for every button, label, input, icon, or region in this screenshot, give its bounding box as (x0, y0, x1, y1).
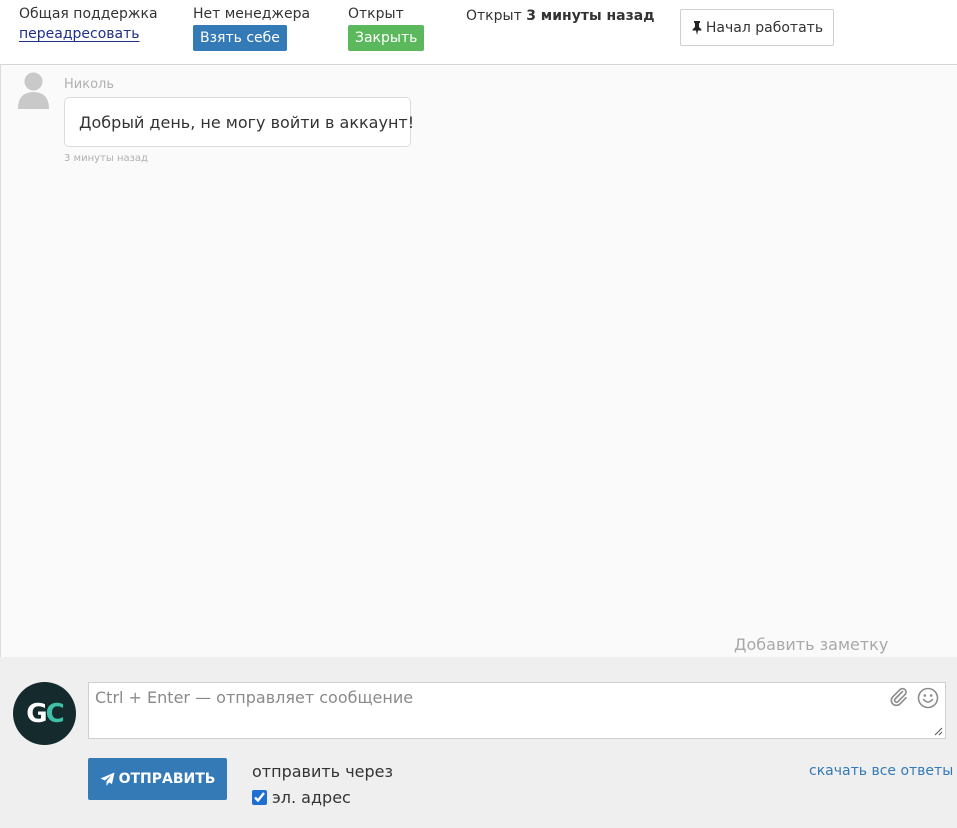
message-input[interactable] (88, 682, 946, 739)
message-time: 3 минуты назад (64, 153, 148, 164)
status-block: Открыт Закрыть (348, 6, 425, 51)
start-work-label: Начал работать (705, 19, 824, 36)
logo-text: GC (26, 698, 64, 729)
send-plane-icon (100, 772, 115, 786)
ticket-status: Открыт (348, 6, 404, 22)
send-button[interactable]: ОТПРАВИТЬ (88, 758, 227, 800)
channel-email-option[interactable]: эл. адрес (252, 788, 351, 807)
composer: GC ОТПРАВИТЬ отправить через эл. адрес с… (0, 657, 957, 828)
close-ticket-button[interactable]: Закрыть (348, 25, 425, 51)
opened-since: Открыт 3 минуты назад (466, 8, 655, 24)
operator-avatar-logo: GC (13, 682, 76, 745)
smile-icon[interactable] (917, 687, 939, 709)
add-note-link[interactable]: Добавить заметку (734, 635, 888, 654)
resize-handle-icon[interactable] (934, 727, 943, 736)
send-via-label: отправить через (252, 762, 393, 781)
paperclip-icon[interactable] (889, 687, 909, 707)
take-ticket-button[interactable]: Взять себе (193, 25, 287, 51)
opened-ago: 3 минуты назад (526, 8, 655, 24)
user-avatar-icon (18, 72, 49, 109)
message-bubble: Добрый день, не могу войти в аккаунт! (64, 97, 414, 147)
manager-block: Нет менеджера Взять себе (193, 6, 310, 51)
email-checkbox[interactable] (252, 790, 267, 805)
channel-email-label: эл. адрес (272, 788, 351, 807)
department-block: Общая поддержка переадресовать (19, 6, 158, 42)
pin-icon (692, 20, 702, 35)
opened-label: Открыт (466, 8, 522, 24)
send-label: ОТПРАВИТЬ (118, 771, 216, 787)
conversation-area: Николь Добрый день, не могу войти в акка… (0, 65, 957, 657)
redirect-link[interactable]: переадресовать (19, 26, 140, 42)
start-work-button[interactable]: Начал работать (680, 9, 834, 46)
download-all-link[interactable]: скачать все ответы (809, 763, 953, 779)
ticket-header: Общая поддержка переадресовать Нет менед… (0, 0, 957, 65)
manager-status: Нет менеджера (193, 6, 311, 22)
department-name: Общая поддержка (19, 6, 158, 22)
message-author: Николь (64, 77, 115, 92)
